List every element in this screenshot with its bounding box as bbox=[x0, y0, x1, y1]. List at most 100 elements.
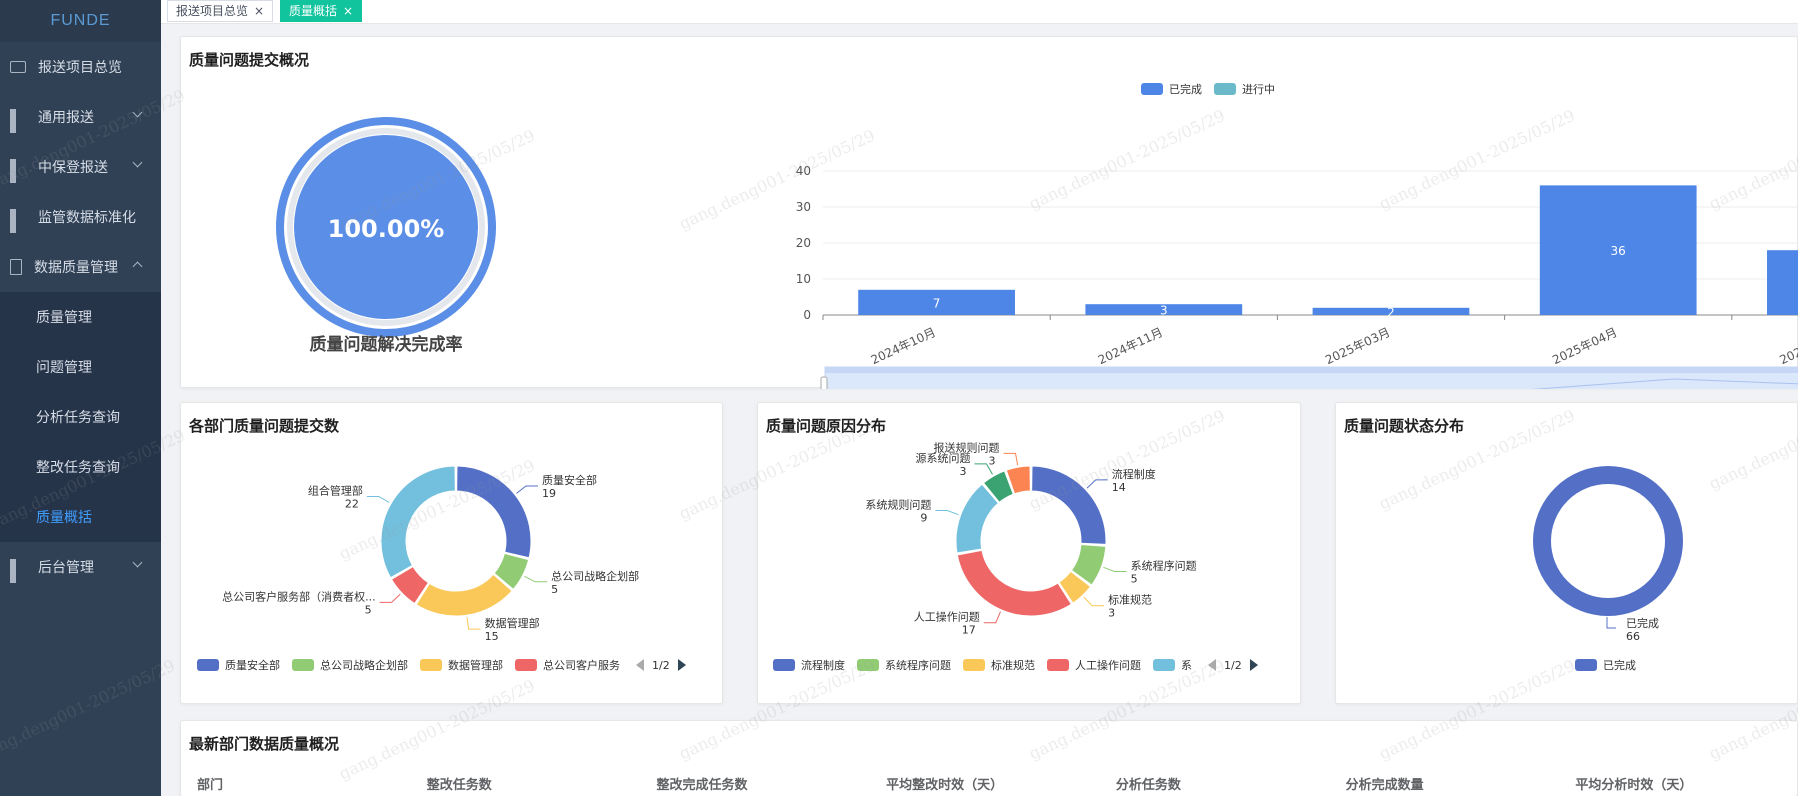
legend-label: 数据管理部 bbox=[448, 659, 503, 672]
sidebar-subitem-rectify-tasks[interactable]: 整改任务查询 bbox=[0, 442, 161, 492]
x-tick-label: 2025年03月 bbox=[1323, 325, 1392, 367]
legend-item[interactable]: 数据管理部 bbox=[420, 657, 503, 673]
sidebar-subitem-quality-management[interactable]: 质量管理 bbox=[0, 292, 161, 342]
legend-item-done[interactable]: 已完成 bbox=[1141, 81, 1202, 97]
chevron-down-icon bbox=[132, 157, 143, 168]
legend-item[interactable]: 流程制度 bbox=[773, 657, 845, 673]
donut-slice bbox=[380, 465, 456, 579]
slice-name-label: 标准规范 bbox=[1108, 593, 1152, 607]
sidebar-item-admin[interactable]: 后台管理 bbox=[0, 542, 161, 592]
chevron-down-icon bbox=[132, 557, 143, 568]
gauge-label: 质量问题解决完成率 bbox=[310, 334, 463, 355]
slice-value-label: 3 bbox=[960, 465, 967, 478]
legend-swatch bbox=[292, 659, 314, 671]
legend-label: 已完成 bbox=[1169, 83, 1202, 96]
legend-item[interactable]: 总公司战略企划部 bbox=[292, 657, 408, 673]
column-header[interactable]: 整改任务数 bbox=[419, 771, 649, 796]
legend-item[interactable]: 系统程序问题 bbox=[857, 657, 951, 673]
legend-label: 人工操作问题 bbox=[1075, 659, 1141, 672]
dept-donut-chart: 质量安全部19总公司战略企划部5数据管理部15总公司客户服务部（消费者权...5… bbox=[222, 465, 639, 643]
slice-value-label: 66 bbox=[1626, 630, 1640, 643]
label-leader-line bbox=[983, 611, 1001, 624]
data-zoom-left-handle bbox=[820, 376, 828, 389]
status-legend: 已完成 bbox=[1575, 657, 1648, 673]
column-header[interactable]: 整改完成任务数 bbox=[648, 771, 878, 796]
y-tick-label: 10 bbox=[796, 272, 811, 286]
next-page-icon[interactable] bbox=[1249, 659, 1258, 671]
dept-panel: 各部门质量问题提交数 质量安全部 19 总公司战略企划部 5 数据管理部 15 总公司客户服… bbox=[180, 402, 723, 704]
sidebar-item-project-overview[interactable]: 报送项目总览 bbox=[0, 42, 161, 92]
legend-swatch bbox=[1153, 659, 1175, 671]
bar-chart-legend: 已完成 进行中 bbox=[1141, 81, 1287, 97]
legend-swatch bbox=[1141, 83, 1163, 95]
grid-icon bbox=[10, 209, 26, 233]
label-leader-line bbox=[366, 496, 390, 503]
legend-item[interactable]: 系 bbox=[1153, 657, 1192, 673]
chevron-up-icon bbox=[132, 261, 143, 272]
donut-slice bbox=[456, 465, 532, 559]
column-header[interactable]: 分析完成数量 bbox=[1338, 771, 1568, 796]
donut-slice bbox=[955, 483, 1000, 554]
sidebar-item-general-report[interactable]: 通用报送 bbox=[0, 92, 161, 142]
bar-value-label: 7 bbox=[933, 296, 941, 310]
sidebar-subitem-issue-management[interactable]: 问题管理 bbox=[0, 342, 161, 392]
label-leader-line bbox=[1606, 617, 1616, 629]
previous-page-icon[interactable] bbox=[636, 659, 644, 671]
legend-item[interactable]: 标准规范 bbox=[963, 657, 1035, 673]
legend-label: 进行中 bbox=[1242, 83, 1275, 96]
previous-page-icon[interactable] bbox=[1208, 659, 1216, 671]
tab-label: 报送项目总览 bbox=[176, 4, 249, 18]
column-header[interactable]: 平均分析时效（天） bbox=[1567, 771, 1797, 796]
slice-value-label: 9 bbox=[920, 512, 927, 525]
column-header[interactable]: 平均整改时效（天） bbox=[878, 771, 1108, 796]
close-icon[interactable]: × bbox=[343, 4, 353, 18]
sidebar-subitem-quality-summary[interactable]: 质量概括 bbox=[0, 492, 161, 542]
legend-swatch bbox=[857, 659, 879, 671]
slice-value-label: 22 bbox=[345, 498, 359, 511]
sidebar-item-label: 中保登报送 bbox=[38, 160, 108, 176]
legend-item[interactable]: 人工操作问题 bbox=[1047, 657, 1141, 673]
slice-value-label: 15 bbox=[485, 630, 499, 643]
sidebar-subitem-analysis-tasks[interactable]: 分析任务查询 bbox=[0, 392, 161, 442]
grid-icon bbox=[10, 109, 26, 133]
tab-bar: 报送项目总览 × 质量概括 × bbox=[161, 0, 1798, 24]
tab-label: 质量概括 bbox=[289, 4, 338, 18]
label-leader-line bbox=[379, 593, 401, 603]
sidebar-item-label: 数据质量管理 bbox=[34, 260, 118, 276]
legend-label: 系 bbox=[1181, 659, 1192, 672]
legend-swatch bbox=[963, 659, 985, 671]
slice-name-label: 总公司客户服务部（消费者权... bbox=[222, 589, 376, 603]
slice-name-label: 已完成 bbox=[1626, 616, 1659, 630]
slice-name-label: 报送规则问题 bbox=[934, 440, 1000, 454]
legend-label: 总公司战略企划部 bbox=[320, 659, 408, 672]
close-icon[interactable]: × bbox=[254, 4, 264, 18]
sidebar: FUNDE 报送项目总览 通用报送 中保登报送 监管数据标准化 数据质量管理 质… bbox=[0, 0, 161, 796]
column-header[interactable]: 部门 bbox=[189, 771, 419, 796]
next-page-icon[interactable] bbox=[677, 659, 686, 671]
bar-value-label: 2 bbox=[1387, 305, 1395, 319]
legend-item[interactable]: 质量安全部 bbox=[197, 657, 280, 673]
legend-label: 已完成 bbox=[1603, 659, 1636, 672]
tab-project-overview[interactable]: 报送项目总览 × bbox=[167, 0, 274, 22]
cause-legend: 流程制度 系统程序问题 标准规范 人工操作问题 系 1/2 bbox=[773, 657, 1258, 673]
sidebar-item-label: 报送项目总览 bbox=[38, 60, 122, 76]
legend-swatch bbox=[197, 659, 219, 671]
legend-swatch bbox=[1214, 83, 1236, 95]
table-header: 部门 整改任务数 整改完成任务数 平均整改时效（天） 分析任务数 分析完成数量 … bbox=[189, 771, 1797, 796]
slice-value-label: 19 bbox=[542, 487, 556, 500]
donut-slice bbox=[415, 573, 513, 617]
tab-quality-summary[interactable]: 质量概括 × bbox=[280, 0, 363, 22]
column-header[interactable]: 分析任务数 bbox=[1108, 771, 1338, 796]
sidebar-item-label: 监管数据标准化 bbox=[38, 210, 136, 226]
legend-item[interactable]: 已完成 bbox=[1575, 657, 1636, 673]
x-tick-label: 2024年11月 bbox=[1096, 325, 1165, 367]
sidebar-item-data-quality[interactable]: 数据质量管理 bbox=[0, 242, 161, 292]
bar-chart: 0 10 20 30 40 7 2024年10月 3 2024年11月 2 2025年03月 36 20… bbox=[796, 164, 1798, 389]
slice-value-label: 3 bbox=[1108, 607, 1115, 620]
sidebar-item-zbd-report[interactable]: 中保登报送 bbox=[0, 142, 161, 192]
legend-item[interactable]: 总公司客户服务 bbox=[515, 657, 620, 673]
x-tick-label: 2024年10月 bbox=[869, 325, 938, 367]
sidebar-item-standardization[interactable]: 监管数据标准化 bbox=[0, 192, 161, 242]
legend-item-in-progress[interactable]: 进行中 bbox=[1214, 81, 1275, 97]
donut-slice bbox=[956, 549, 1073, 617]
